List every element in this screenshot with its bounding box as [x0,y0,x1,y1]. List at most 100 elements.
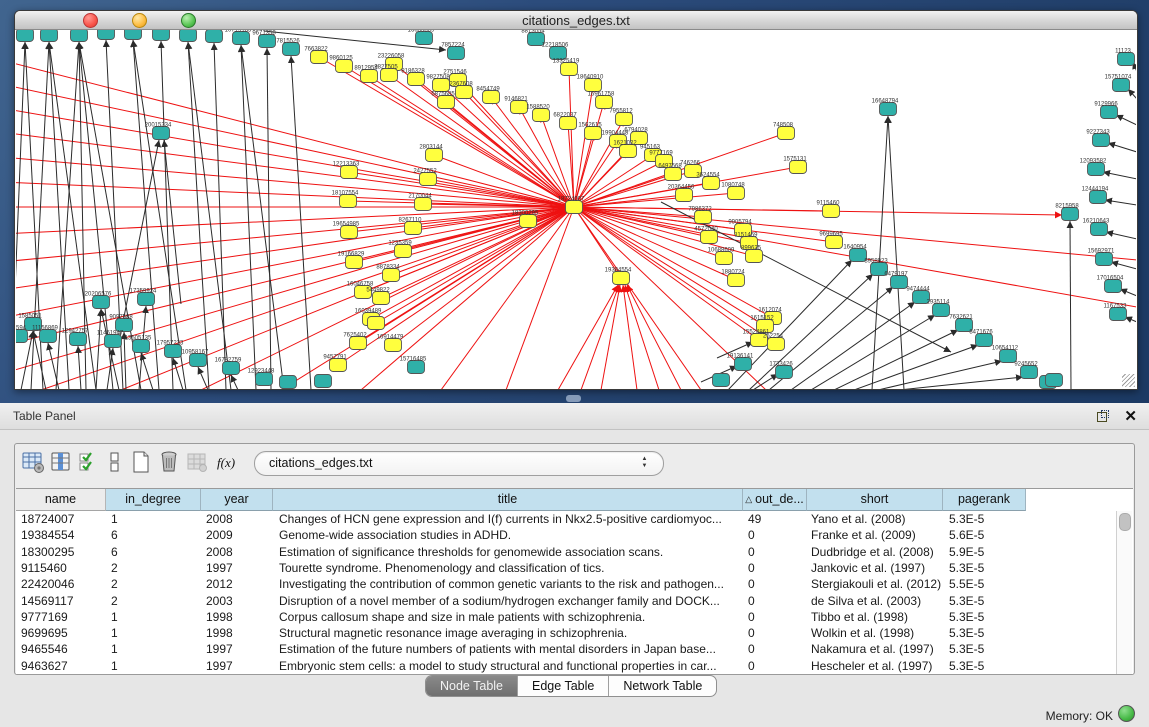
table-row[interactable]: 946362711997Embryonic stem cells: a mode… [16,658,1117,674]
table-row[interactable]: 911546021997Tourette syndrome. Phenomeno… [16,560,1117,576]
graph-node[interactable] [368,317,385,330]
graph-node[interactable] [17,30,34,42]
table-cell[interactable]: 5.3E-5 [949,659,1024,673]
table-cell[interactable]: 5.5E-5 [949,577,1024,591]
table-cell[interactable]: 14569117 [21,594,104,608]
table-cell[interactable]: Corpus callosum shape and size in male p… [279,610,741,624]
table-cell[interactable]: Structural magnetic resonance image aver… [279,626,741,640]
table-cell[interactable]: 0 [748,577,805,591]
table-cell[interactable]: 6 [111,528,199,542]
tab-node-table[interactable]: Node Table [426,676,518,696]
table-cell[interactable]: 1997 [206,642,271,656]
table-cell[interactable]: 9115460 [21,561,104,575]
delete-table-icon[interactable] [185,450,209,474]
table-cell[interactable]: 9463627 [21,659,104,673]
table-row[interactable]: 977716911998Corpus callosum shape and si… [16,609,1117,625]
table-cell[interactable]: Investigating the contribution of common… [279,577,741,591]
column-header-out_de[interactable]: △out_de... [743,489,807,511]
column-header-name[interactable]: name [16,489,106,511]
graph-node[interactable] [315,375,332,388]
table-cell[interactable]: 0 [748,626,805,640]
table-cell[interactable]: 0 [748,561,805,575]
table-cell[interactable]: 5.3E-5 [949,626,1024,640]
column-header-in_degree[interactable]: in_degree [106,489,201,511]
tab-edge-table[interactable]: Edge Table [518,676,609,696]
node-table[interactable]: namein_degreeyeartitle△out_de...shortpag… [16,488,1133,674]
graph-node[interactable] [41,30,58,42]
table-cell[interactable]: 9699695 [21,626,104,640]
graph-node[interactable] [1046,374,1063,387]
table-cell[interactable]: 1 [111,659,199,673]
graph-node[interactable] [206,30,223,43]
table-cell[interactable]: 5.3E-5 [949,642,1024,656]
table-cell[interactable]: 1 [111,610,199,624]
table-scrollbar[interactable] [1116,511,1132,674]
table-mode-icon[interactable] [21,450,45,474]
graph-node[interactable] [153,30,170,41]
table-cell[interactable]: 19384554 [21,528,104,542]
table-cell[interactable]: 1 [111,512,199,526]
table-cell[interactable]: Yano et al. (2008) [811,512,941,526]
table-row[interactable]: 9465546 1 1997 Estimation of the future num… [16,641,1117,657]
table-cell[interactable]: 22420046 [21,577,104,591]
table-cell[interactable]: 9465546 [21,642,104,656]
table-cell[interactable]: 2 [111,594,199,608]
column-header-year[interactable]: year [201,489,273,511]
table-cell[interactable]: 5.3E-5 [949,610,1024,624]
table-row[interactable]: 1938455462009Genome-wide association stu… [16,527,1117,543]
table-cell[interactable]: 1997 [206,659,271,673]
table-cell[interactable]: 5.3E-5 [949,512,1024,526]
table-cell[interactable]: 2003 [206,594,271,608]
table-cell[interactable]: 2008 [206,512,271,526]
table-row[interactable]: 22420046 2 2012 Investigating the contribut… [16,576,1117,592]
select-columns-icon[interactable] [77,450,101,474]
table-cell[interactable]: Estimation of the future numbers of pati… [279,642,741,656]
graph-node[interactable] [713,374,730,387]
table-cell[interactable]: Estimation of significance thresholds fo… [279,545,741,559]
table-cell[interactable]: 2012 [206,577,271,591]
graph-node[interactable] [180,30,197,42]
table-cell[interactable]: 0 [748,610,805,624]
network-window-titlebar[interactable]: citations_edges.txt [15,11,1137,30]
new-column-icon[interactable] [129,450,153,474]
column-header-short[interactable]: short [807,489,943,511]
table-cell[interactable]: Wolkin et al. (1998) [811,626,941,640]
table-cell[interactable]: Tourette syndrome. Phenomenology and cla… [279,561,741,575]
float-panel-icon[interactable] [1097,410,1109,422]
table-cell[interactable]: Hescheler et al. (1997) [811,659,941,673]
column-header-title[interactable]: title [273,489,743,511]
graph-node[interactable] [125,30,142,40]
table-cell[interactable]: 18300295 [21,545,104,559]
table-selector-dropdown[interactable]: citations_edges.txt ▲▼ [254,451,664,476]
table-cell[interactable]: 2 [111,577,199,591]
table-cell[interactable]: 5.6E-5 [949,528,1024,542]
table-cell[interactable]: 0 [748,528,805,542]
table-cell[interactable]: 2008 [206,545,271,559]
delete-column-icon[interactable] [157,450,181,474]
table-cell[interactable]: Franke et al. (2009) [811,528,941,542]
table-cell[interactable]: 0 [748,642,805,656]
network-window[interactable]: citations_edges.txt 18724007140557172069… [14,10,1138,390]
table-cell[interactable]: 1 [111,626,199,640]
table-cell[interactable]: 1 [111,642,199,656]
table-cell[interactable]: 49 [748,512,805,526]
table-cell[interactable]: 5.3E-5 [949,594,1024,608]
table-cell[interactable]: 0 [748,545,805,559]
table-cell[interactable]: 5.3E-5 [949,561,1024,575]
network-canvas[interactable]: 1872400714055717206914061065328715276028… [16,30,1136,389]
table-cell[interactable]: Tibbo et al. (1998) [811,610,941,624]
table-cell[interactable]: 2009 [206,528,271,542]
table-cell[interactable]: 1997 [206,561,271,575]
table-cell[interactable]: Dudbridge et al. (2008) [811,545,941,559]
table-cell[interactable]: 0 [748,659,805,673]
close-panel-icon[interactable]: ✕ [1124,407,1137,425]
graph-node[interactable] [280,376,297,389]
table-cell[interactable]: 1998 [206,610,271,624]
table-row[interactable]: 14569117 2 2003 Disruption of a novel membe… [16,593,1117,609]
show-column-icon[interactable] [49,450,73,474]
table-cell[interactable]: Disruption of a novel member of a sodium… [279,594,741,608]
table-row[interactable]: 1830029562008Estimation of significance … [16,544,1117,560]
graph-node[interactable] [98,30,115,40]
table-row[interactable]: 1872400712008Changes of HCN gene express… [16,511,1117,527]
table-cell[interactable]: Changes of HCN gene expression and I(f) … [279,512,741,526]
